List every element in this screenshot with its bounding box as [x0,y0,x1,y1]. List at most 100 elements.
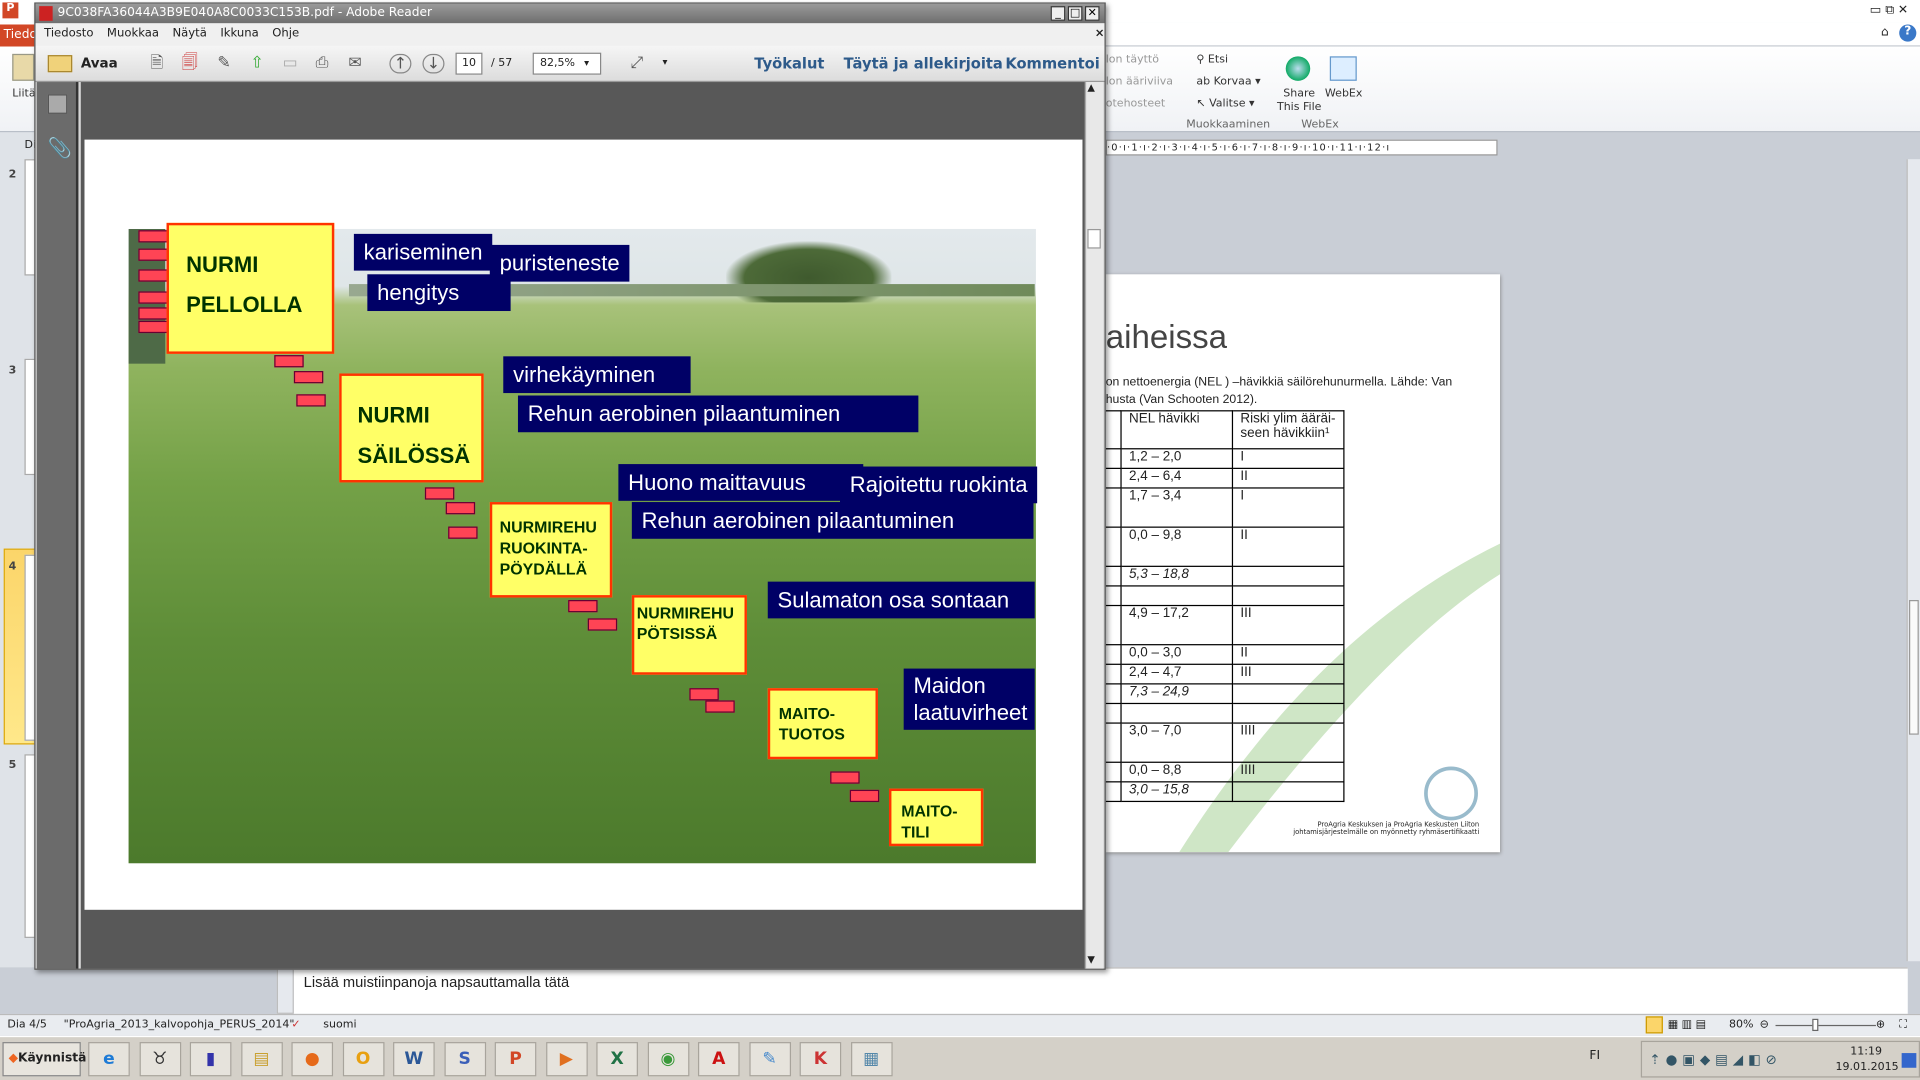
loss-label: Rajoitettu ruokinta [840,466,1038,504]
clock-date[interactable]: 19.01.2015 [1836,1062,1899,1074]
open-button[interactable]: Avaa [81,55,118,71]
notes-scrollbar[interactable] [276,967,294,1014]
zoom-slider-thumb[interactable] [1812,1018,1819,1032]
paperclip-icon[interactable]: 📎 [48,136,72,159]
menu-file[interactable]: Tiedosto [44,27,93,40]
customize-toolbar-icon[interactable]: ▾ [662,56,667,67]
cursor-icon: ↖ [1196,97,1206,111]
normal-view-button[interactable] [1645,1016,1663,1034]
page-thumbnails-icon[interactable] [47,94,68,114]
zoom-level[interactable]: 80% [1729,1015,1754,1036]
edit-icon[interactable]: ✎ [213,54,235,74]
table-row: 2,4 – 4,7 III [1105,663,1345,685]
file-explorer-icon[interactable]: ▤ [240,1042,283,1077]
slide-title: aiheissa [1105,318,1228,356]
comment-link[interactable]: Kommentoi [1005,55,1099,72]
paint-icon[interactable]: ✎ [748,1042,791,1077]
word-icon[interactable]: W [393,1042,435,1077]
start-button[interactable]: ◆Käynnistä [2,1042,86,1077]
loss-label: Rehun aerobinen pilaantuminen [631,502,1034,539]
vertical-scrollbar[interactable]: ▲ ▼ [1084,82,1104,969]
zoom-select[interactable]: 82,5% [532,52,602,75]
webex-icon [1329,56,1357,81]
powerpoint-slide[interactable]: aiheissa on nettoenergia (NEL ) –hävikki… [1105,274,1501,853]
create-pdf-icon[interactable]: 🗎 [146,54,168,74]
upload-icon[interactable]: ⇧ [246,54,268,74]
table-cell: II [1231,467,1345,489]
tray-icons[interactable]: ⇡●▣◆▤◢◧⊘ [1649,1052,1781,1068]
fill-sign-link[interactable]: Täytä ja allekirjoita [844,55,1003,72]
view-buttons[interactable]: ▦ ▥ ▤ [1668,1015,1706,1036]
menu-view[interactable]: Näytä [172,27,206,40]
next-page-button[interactable]: ↓ [422,53,445,74]
firefox-icon[interactable]: ● [291,1042,334,1077]
minimize-button[interactable]: _ [1050,6,1066,21]
powerpoint-icon[interactable]: P [494,1042,537,1077]
page-number-input[interactable]: 10 [455,52,483,75]
zoom-in-button[interactable]: ⊕ [1876,1015,1885,1036]
slide-scrollbar[interactable] [1906,159,1920,962]
help-icon[interactable]: ? [1899,24,1917,42]
select-button[interactable]: Valitse [1209,98,1245,110]
excel-icon[interactable]: X [596,1042,638,1077]
previous-page-button[interactable]: ↑ [389,53,412,74]
slide-number: 4 [8,560,17,574]
menu-edit[interactable]: Muokkaa [107,27,159,40]
zoom-out-button[interactable]: ⊖ [1760,1015,1769,1036]
acrobat-icon[interactable]: A [697,1042,740,1077]
skype-s-icon[interactable]: S [443,1042,486,1077]
combine-icon[interactable]: 🗐 [179,54,201,74]
chevron-down-icon[interactable]: ▾ [584,58,589,69]
print-icon[interactable]: ⎙ [311,54,333,74]
chart-app-icon[interactable]: ▮ [189,1042,232,1077]
webex-button[interactable]: WebEx [1325,88,1363,100]
window-controls[interactable]: ▭ ⧉ ✕ [1870,4,1908,17]
paste-label[interactable]: Liitä [12,88,35,100]
input-arrow-icon [448,526,478,539]
shape-fill[interactable]: lon täyttö [1106,54,1159,66]
menu-help[interactable]: Ohje [272,27,299,40]
tools-link[interactable]: Työkalut [754,55,824,72]
language[interactable]: suomi [323,1015,356,1036]
fullscreen-icon[interactable]: ⤢ [626,54,648,74]
input-arrow-icon [138,291,168,304]
zoom-slider[interactable] [1775,1024,1876,1027]
table-row: 0,0 – 3,0 II [1105,644,1345,665]
close-document-icon[interactable]: × [1095,23,1105,45]
find-button[interactable]: Etsi [1208,54,1228,66]
maximize-button[interactable]: □ [1067,6,1083,21]
shape-effects[interactable]: otehosteet [1106,98,1166,110]
menu-bar: Tiedosto Muokkaa Näytä Ikkuna Ohje × [35,23,1105,46]
show-desktop-icon[interactable] [1901,1053,1917,1068]
input-arrow-icon [293,371,324,384]
notes-field[interactable]: Lisää muistiinpanoja napsauttamalla tätä [293,967,1908,1014]
slide-number: 3 [8,364,17,378]
calculator-icon[interactable]: ▦ [850,1042,893,1077]
folder-icon[interactable] [47,55,73,73]
media-player-icon[interactable]: ▶ [545,1042,588,1077]
paste-icon[interactable] [12,53,35,81]
share-file-button[interactable]: Share This File [1275,88,1324,115]
close-button[interactable]: ✕ [1084,6,1100,21]
outlook-icon[interactable]: O [342,1042,384,1077]
file-tab[interactable]: Tiedo [0,24,37,47]
spellcheck-icon[interactable]: ✓ [291,1015,300,1036]
scroll-up-icon: ▲ [1087,82,1095,94]
email-icon[interactable]: ✉ [344,54,366,74]
red-app-icon[interactable]: K [799,1042,842,1077]
collapse-ribbon-icon[interactable]: ⌂ [1881,26,1889,39]
table-row: 7,3 – 24,9 [1105,683,1345,705]
shape-outline[interactable]: lon ääriviiva [1106,76,1173,88]
cow-app-icon[interactable]: ♉ [138,1042,181,1077]
menu-window[interactable]: Ikkuna [220,27,258,40]
clock-time[interactable]: 11:19 [1850,1046,1882,1058]
save-icon[interactable]: ▭ [279,54,301,74]
scroll-down-icon: ▼ [1087,953,1095,965]
language-indicator[interactable]: FI [1589,1049,1600,1062]
internet-explorer-icon[interactable]: e [88,1042,130,1077]
fit-window-button[interactable]: ⛶ [1899,1015,1907,1036]
scrollbar-thumb[interactable] [1087,228,1101,249]
chrome-icon[interactable]: ◉ [647,1042,689,1077]
replace-button[interactable]: Korvaa [1214,76,1252,88]
input-arrow-icon [424,487,455,500]
